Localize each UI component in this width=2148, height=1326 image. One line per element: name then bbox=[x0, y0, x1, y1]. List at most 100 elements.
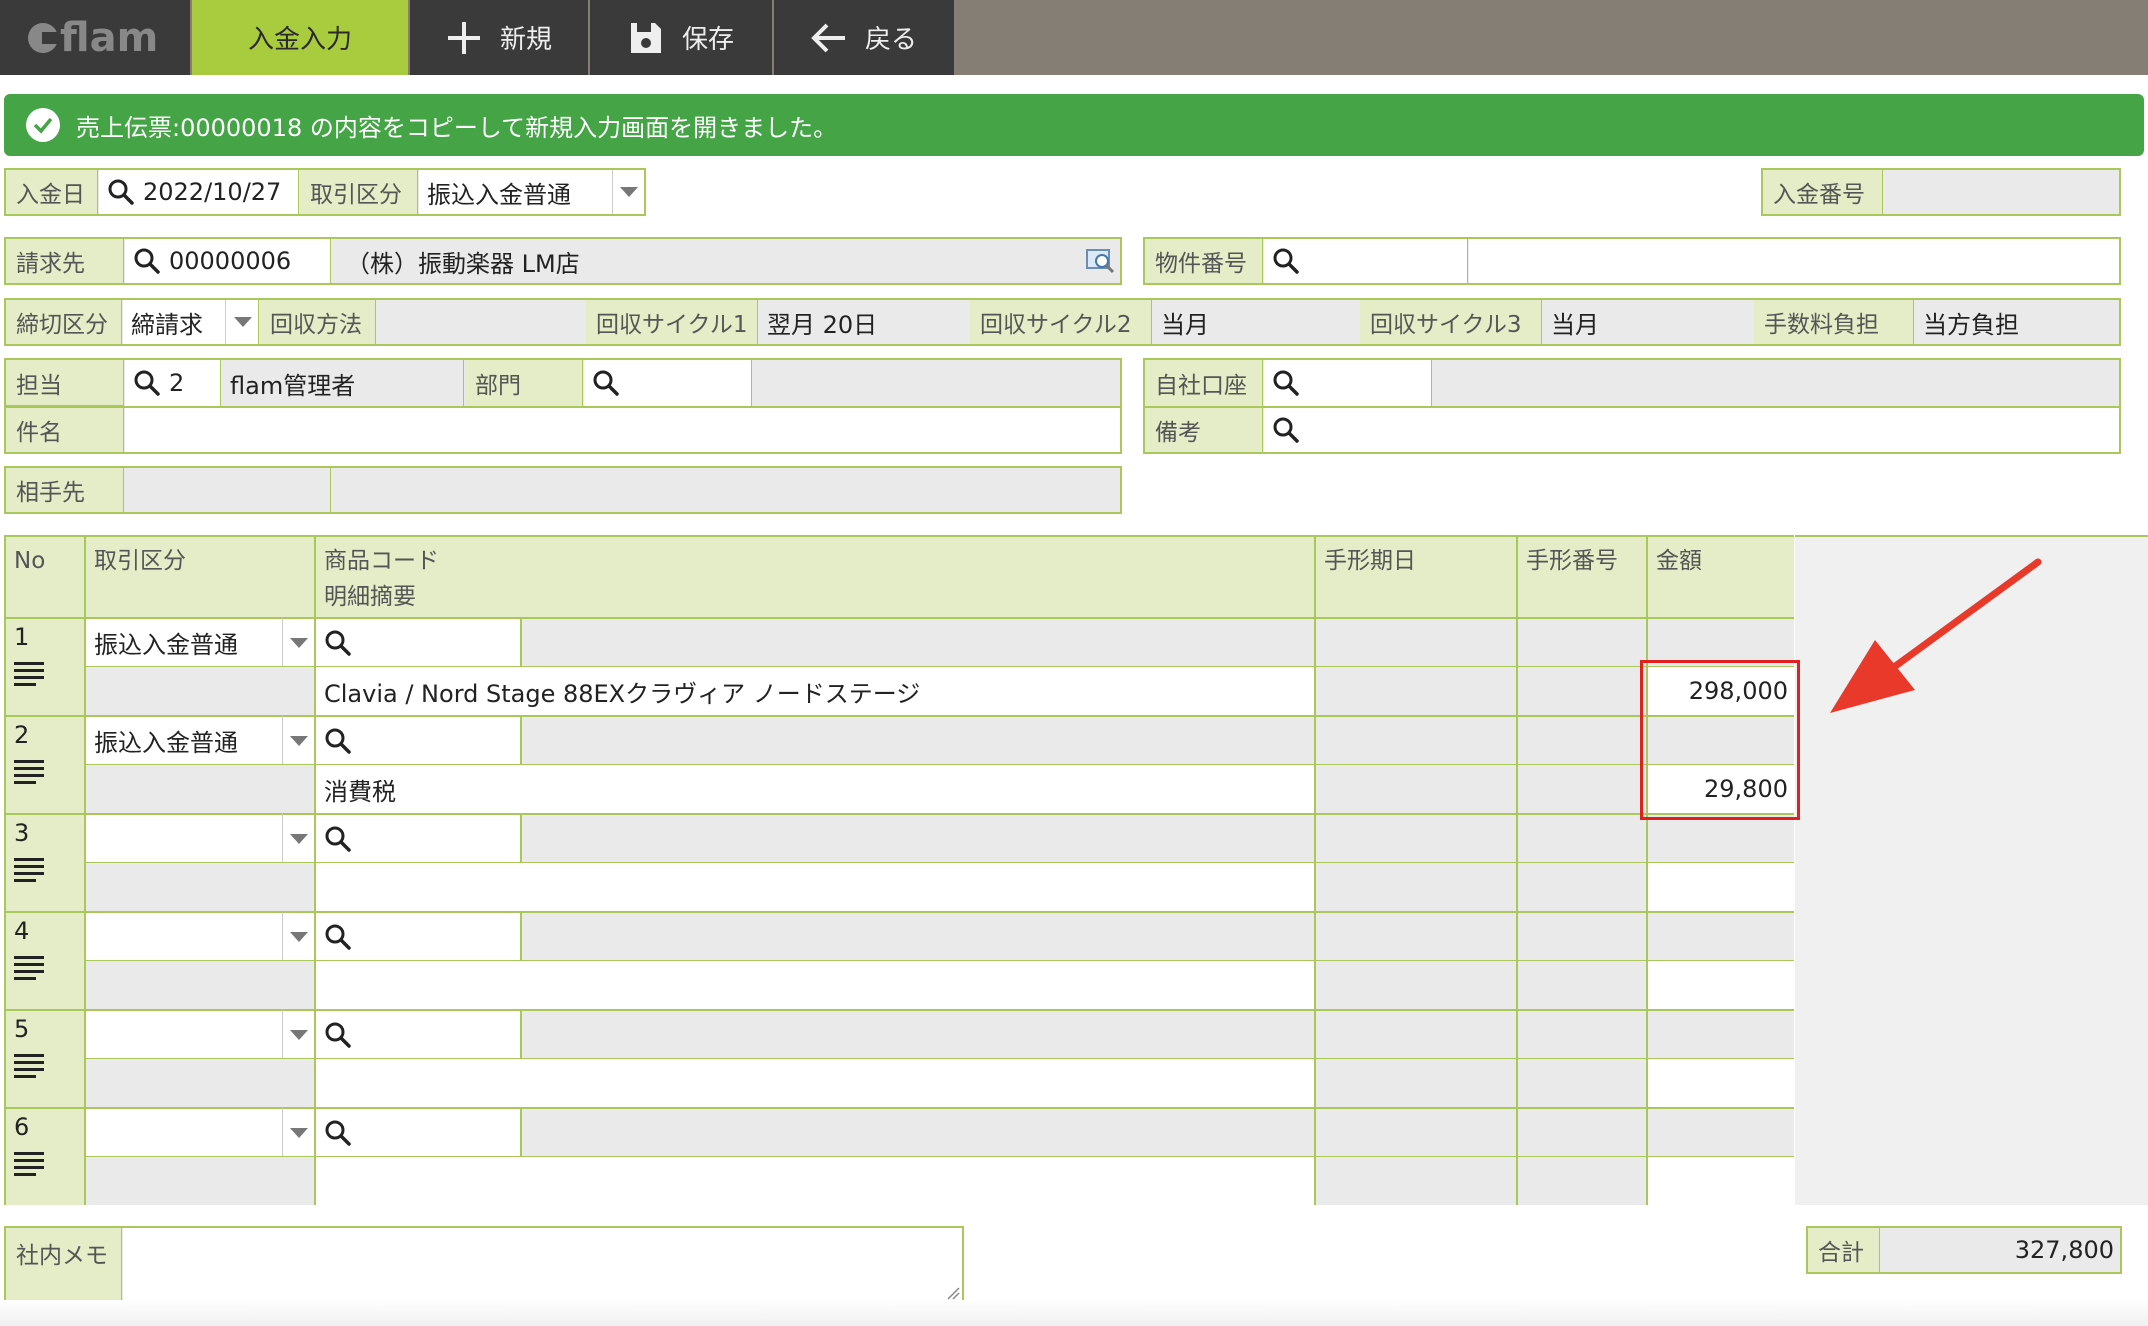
row-trade-type-dropdown[interactable] bbox=[282, 617, 316, 666]
row-trade-type-dropdown[interactable] bbox=[282, 1009, 316, 1058]
row-amount-top bbox=[1648, 911, 1794, 960]
row-product-code-field[interactable] bbox=[316, 715, 522, 764]
chevron-down-icon bbox=[290, 1128, 308, 1138]
row-product-code-field[interactable] bbox=[316, 911, 522, 960]
row-note-date[interactable] bbox=[1316, 1156, 1518, 1205]
row-trade-type-dropdown[interactable] bbox=[282, 813, 316, 862]
property-no-label: 物件番号 bbox=[1145, 239, 1263, 283]
row-amount-input[interactable] bbox=[1648, 1156, 1794, 1205]
billing-code-field[interactable]: 00000006 bbox=[125, 239, 331, 283]
billing-name: （株）振動楽器 LM店 bbox=[332, 239, 1120, 283]
row-note-no[interactable] bbox=[1518, 666, 1648, 715]
payment-no-value bbox=[1884, 170, 2119, 214]
menu-lines-icon[interactable] bbox=[14, 661, 44, 687]
property-no-field[interactable] bbox=[1264, 239, 1468, 283]
row-number-cell: 4 bbox=[6, 911, 86, 1009]
row-amount-top bbox=[1648, 813, 1794, 862]
row-trade-type-dropdown[interactable] bbox=[282, 911, 316, 960]
row-note-no[interactable] bbox=[1518, 960, 1648, 1009]
trade-type-select[interactable]: 振込入金普通 bbox=[419, 170, 613, 214]
row-trade-type-select[interactable] bbox=[86, 813, 282, 862]
row-amount-input[interactable] bbox=[1648, 862, 1794, 911]
search-icon bbox=[324, 825, 352, 853]
subject-input[interactable] bbox=[125, 408, 1120, 452]
closing-type-select[interactable]: 締請求 bbox=[123, 300, 225, 344]
memo-textarea[interactable] bbox=[123, 1228, 962, 1302]
row-amount-input[interactable] bbox=[1648, 1058, 1794, 1107]
back-button[interactable]: 戻る bbox=[774, 0, 954, 75]
row-summary-input[interactable] bbox=[316, 1058, 1316, 1107]
subject-label: 件名 bbox=[6, 408, 124, 452]
chevron-down-icon bbox=[290, 932, 308, 942]
row-product-code-field[interactable] bbox=[316, 617, 522, 666]
menu-lines-icon[interactable] bbox=[14, 1151, 44, 1177]
search-icon bbox=[324, 727, 352, 755]
row-note-date[interactable] bbox=[1316, 1058, 1518, 1107]
menu-lines-icon[interactable] bbox=[14, 1053, 44, 1079]
collect-method-label: 回収方法 bbox=[260, 300, 376, 344]
row-amount-top bbox=[1648, 1009, 1794, 1058]
menu-lines-icon[interactable] bbox=[14, 857, 44, 883]
success-banner: 売上伝票:00000018 の内容をコピーして新規入力画面を開きました。 bbox=[4, 94, 2144, 156]
row-summary-input[interactable] bbox=[316, 1156, 1316, 1205]
col-header-product: 商品コード 明細摘要 bbox=[316, 537, 1316, 617]
row-note-no-top bbox=[1518, 813, 1648, 862]
row-trade-type-select[interactable] bbox=[86, 1009, 282, 1058]
row-note-no-top bbox=[1518, 715, 1648, 764]
row-trade-type-dropdown[interactable] bbox=[282, 1107, 316, 1156]
row-summary-input[interactable]: Clavia / Nord Stage 88EXクラヴィア ノードステージ bbox=[316, 666, 1316, 715]
remarks-field[interactable] bbox=[1264, 408, 2119, 452]
dept-field[interactable] bbox=[584, 360, 752, 406]
save-button[interactable]: 保存 bbox=[590, 0, 772, 75]
row-product-code-field[interactable] bbox=[316, 813, 522, 862]
row-note-no[interactable] bbox=[1518, 1058, 1648, 1107]
payment-date-label: 入金日 bbox=[6, 170, 98, 214]
row-trade-type-select[interactable] bbox=[86, 911, 282, 960]
search-icon bbox=[1272, 247, 1300, 275]
chevron-down-icon bbox=[290, 736, 308, 746]
row-product-name bbox=[522, 715, 1316, 764]
row-product-code-field[interactable] bbox=[316, 1009, 522, 1058]
row-summary-input[interactable] bbox=[316, 960, 1316, 1009]
row-trade-type-select[interactable]: 振込入金普通 bbox=[86, 715, 282, 764]
row-trade-type-dropdown[interactable] bbox=[282, 715, 316, 764]
tab-payment-entry[interactable]: 入金入力 bbox=[192, 0, 408, 75]
payment-date-field[interactable]: 2022/10/27 bbox=[99, 170, 299, 214]
menu-lines-icon[interactable] bbox=[14, 759, 44, 785]
closing-row: 締切区分 締請求 回収方法 回収サイクル1 翌月 20日 回収サイクル2 当月 … bbox=[4, 298, 2121, 346]
row-amount-input[interactable] bbox=[1648, 960, 1794, 1009]
search-icon bbox=[1272, 416, 1300, 444]
row-note-date[interactable] bbox=[1316, 666, 1518, 715]
row-note-no[interactable] bbox=[1518, 862, 1648, 911]
trade-type-dropdown[interactable] bbox=[612, 170, 644, 214]
chevron-down-icon bbox=[234, 317, 252, 327]
own-account-field[interactable] bbox=[1264, 360, 1432, 406]
row-summary-input[interactable] bbox=[316, 862, 1316, 911]
payment-date-row: 入金日 2022/10/27 取引区分 振込入金普通 bbox=[4, 168, 646, 216]
row-note-date[interactable] bbox=[1316, 764, 1518, 813]
logo-icon bbox=[28, 22, 58, 53]
row-number-cell: 6 bbox=[6, 1107, 86, 1205]
highlight-box bbox=[1640, 660, 1800, 820]
row-note-date[interactable] bbox=[1316, 862, 1518, 911]
resize-handle-icon[interactable] bbox=[946, 1286, 960, 1300]
staff-subject-block: 担当 2 flam管理者 部門 件名 bbox=[4, 358, 1122, 454]
row-summary-input[interactable]: 消費税 bbox=[316, 764, 1316, 813]
row-trade-type-select[interactable] bbox=[86, 1107, 282, 1156]
menu-lines-icon[interactable] bbox=[14, 955, 44, 981]
app-logo[interactable]: flam bbox=[0, 0, 190, 75]
chevron-down-icon bbox=[620, 187, 638, 197]
col-header-note-date: 手形期日 bbox=[1316, 537, 1518, 617]
lookup-icon[interactable] bbox=[1086, 247, 1116, 275]
dept-label: 部門 bbox=[465, 360, 583, 406]
new-button[interactable]: 新規 bbox=[410, 0, 588, 75]
closing-type-dropdown[interactable] bbox=[225, 300, 259, 344]
row-note-no[interactable] bbox=[1518, 1156, 1648, 1205]
row-note-date[interactable] bbox=[1316, 960, 1518, 1009]
row-product-name bbox=[522, 1009, 1316, 1058]
staff-code-field[interactable]: 2 bbox=[125, 360, 221, 406]
row-trade-type-select[interactable]: 振込入金普通 bbox=[86, 617, 282, 666]
col-header-trade-type: 取引区分 bbox=[86, 537, 316, 617]
row-note-no[interactable] bbox=[1518, 764, 1648, 813]
row-product-code-field[interactable] bbox=[316, 1107, 522, 1156]
